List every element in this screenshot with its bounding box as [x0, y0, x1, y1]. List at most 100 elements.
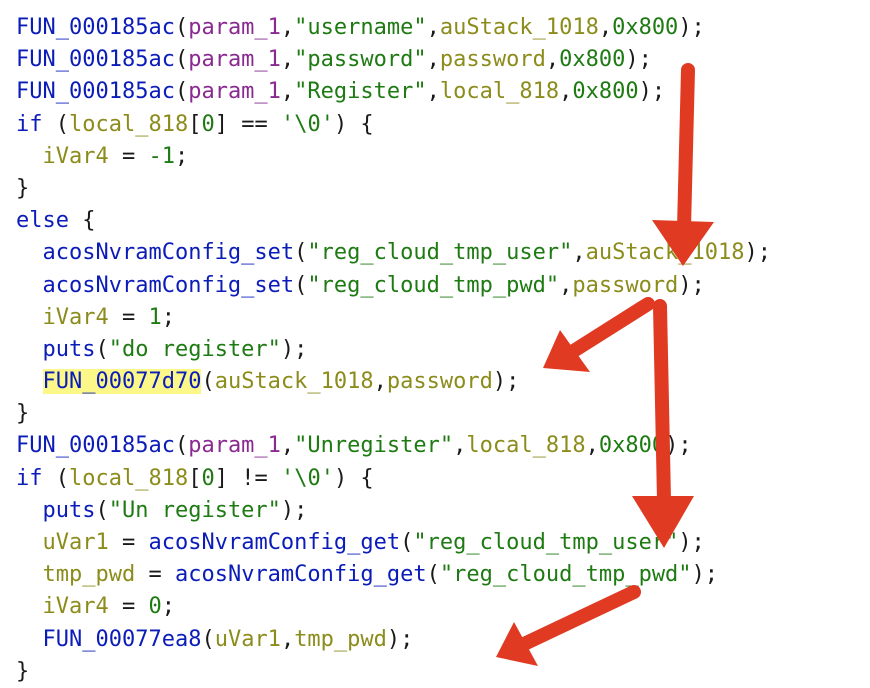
code-token: FUN_000185ac [16, 15, 175, 40]
code-token: , [453, 433, 467, 459]
code-token: } [16, 175, 30, 201]
code-line: puts("do register"); [16, 334, 771, 366]
code-token: , [373, 369, 387, 395]
code-token: 1 [148, 304, 162, 330]
code-token: , [559, 272, 573, 298]
code-token: param_1 [188, 433, 281, 459]
code-line: else { [16, 205, 771, 237]
code-token: [ [188, 111, 202, 137]
code-token: { [68, 208, 96, 234]
decompiler-code-view: FUN_000185ac(param_1,"username",auStack_… [16, 12, 771, 688]
code-token: acosNvramConfig_get [174, 562, 427, 588]
code-token: = [135, 562, 175, 588]
code-token: ); [625, 47, 652, 73]
code-token: "reg_cloud_tmp_user" [307, 240, 573, 266]
code-token: acosNvramConfig_set [42, 272, 295, 298]
code-token: 0x800 [612, 15, 679, 40]
code-token: } [16, 401, 30, 427]
code-token: [ [188, 465, 202, 491]
code-token: iVar4 [42, 594, 109, 620]
code-line: FUN_00077ea8(uVar1,tmp_pwd); [16, 624, 771, 656]
code-token: auStack_1018 [585, 240, 745, 266]
code-token: local_818 [439, 79, 560, 105]
code-token: 0x800 [572, 79, 639, 105]
code-token: acosNvramConfig_set [42, 240, 295, 266]
code-token: , [426, 15, 440, 40]
code-token: ); [638, 79, 666, 105]
code-token: FUN_000185ac [16, 79, 175, 105]
code-token: , [572, 240, 586, 266]
code-token: , [280, 79, 295, 105]
code-token: ] != [214, 465, 281, 491]
code-token: '\0' [280, 111, 334, 137]
code-token: ) { [333, 111, 374, 137]
code-token: , [585, 433, 599, 459]
code-token: auStack_1018 [439, 15, 599, 40]
code-token: , [280, 47, 295, 73]
code-line: } [16, 173, 771, 205]
code-line: uVar1 = acosNvramConfig_get("reg_cloud_t… [16, 527, 771, 559]
code-line: } [16, 656, 771, 688]
code-token: ( [95, 497, 109, 523]
code-line: tmp_pwd = acosNvramConfig_get("reg_cloud… [16, 559, 771, 591]
code-token: "reg_cloud_tmp_user" [413, 530, 679, 555]
code-token: , [559, 79, 573, 105]
code-token: , [598, 15, 613, 40]
code-token: ( [426, 562, 440, 588]
code-token: "Register" [294, 79, 427, 105]
code-token: param_1 [188, 79, 281, 105]
code-token: ( [174, 47, 189, 73]
code-token: , [545, 47, 560, 73]
code-token: , [280, 15, 295, 40]
code-token: password [439, 47, 546, 73]
code-token: ); [280, 336, 308, 362]
code-token: puts [42, 336, 96, 362]
code-token: ( [95, 336, 109, 362]
code-token: = [108, 143, 149, 169]
code-token: param_1 [188, 15, 281, 40]
code-token: iVar4 [42, 304, 109, 330]
code-line: acosNvramConfig_set("reg_cloud_tmp_user"… [16, 237, 772, 269]
code-token: } [16, 658, 30, 684]
code-line: iVar4 = 0; [16, 591, 771, 623]
code-token: '\0' [280, 465, 334, 491]
code-token: ) { [333, 465, 374, 491]
code-token: "Unregister" [294, 433, 454, 459]
code-token: , [280, 626, 295, 652]
code-token: ); [678, 272, 705, 298]
code-token: ); [678, 530, 705, 555]
code-token: 0 [201, 111, 215, 137]
code-token: ( [201, 369, 215, 395]
code-token: 0 [148, 594, 162, 620]
code-line: FUN_000185ac(param_1,"username",auStack_… [16, 12, 771, 44]
code-token: ( [174, 15, 189, 40]
code-token: ( [294, 240, 308, 266]
code-token: ); [665, 433, 692, 459]
code-token: iVar4 [42, 143, 109, 169]
code-token: = [108, 530, 149, 555]
code-token: 0x800 [559, 47, 626, 73]
code-token: ] == [214, 111, 281, 137]
code-token: -1 [148, 143, 175, 169]
code-token: tmp_pwd [42, 562, 136, 588]
code-token: tmp_pwd [294, 626, 387, 652]
code-token: ( [174, 79, 189, 105]
code-token: ); [386, 626, 414, 652]
code-token: auStack_1018 [214, 369, 374, 395]
code-line: iVar4 = 1; [16, 302, 771, 334]
code-token: "username" [294, 15, 427, 40]
code-token: ; [174, 143, 189, 169]
code-token: ( [174, 433, 189, 459]
code-token: ( [42, 111, 69, 137]
code-token: "Un register" [108, 497, 281, 523]
code-token: "do register" [108, 336, 281, 362]
code-line: acosNvramConfig_set("reg_cloud_tmp_pwd",… [16, 270, 771, 302]
code-token: ); [492, 369, 520, 395]
